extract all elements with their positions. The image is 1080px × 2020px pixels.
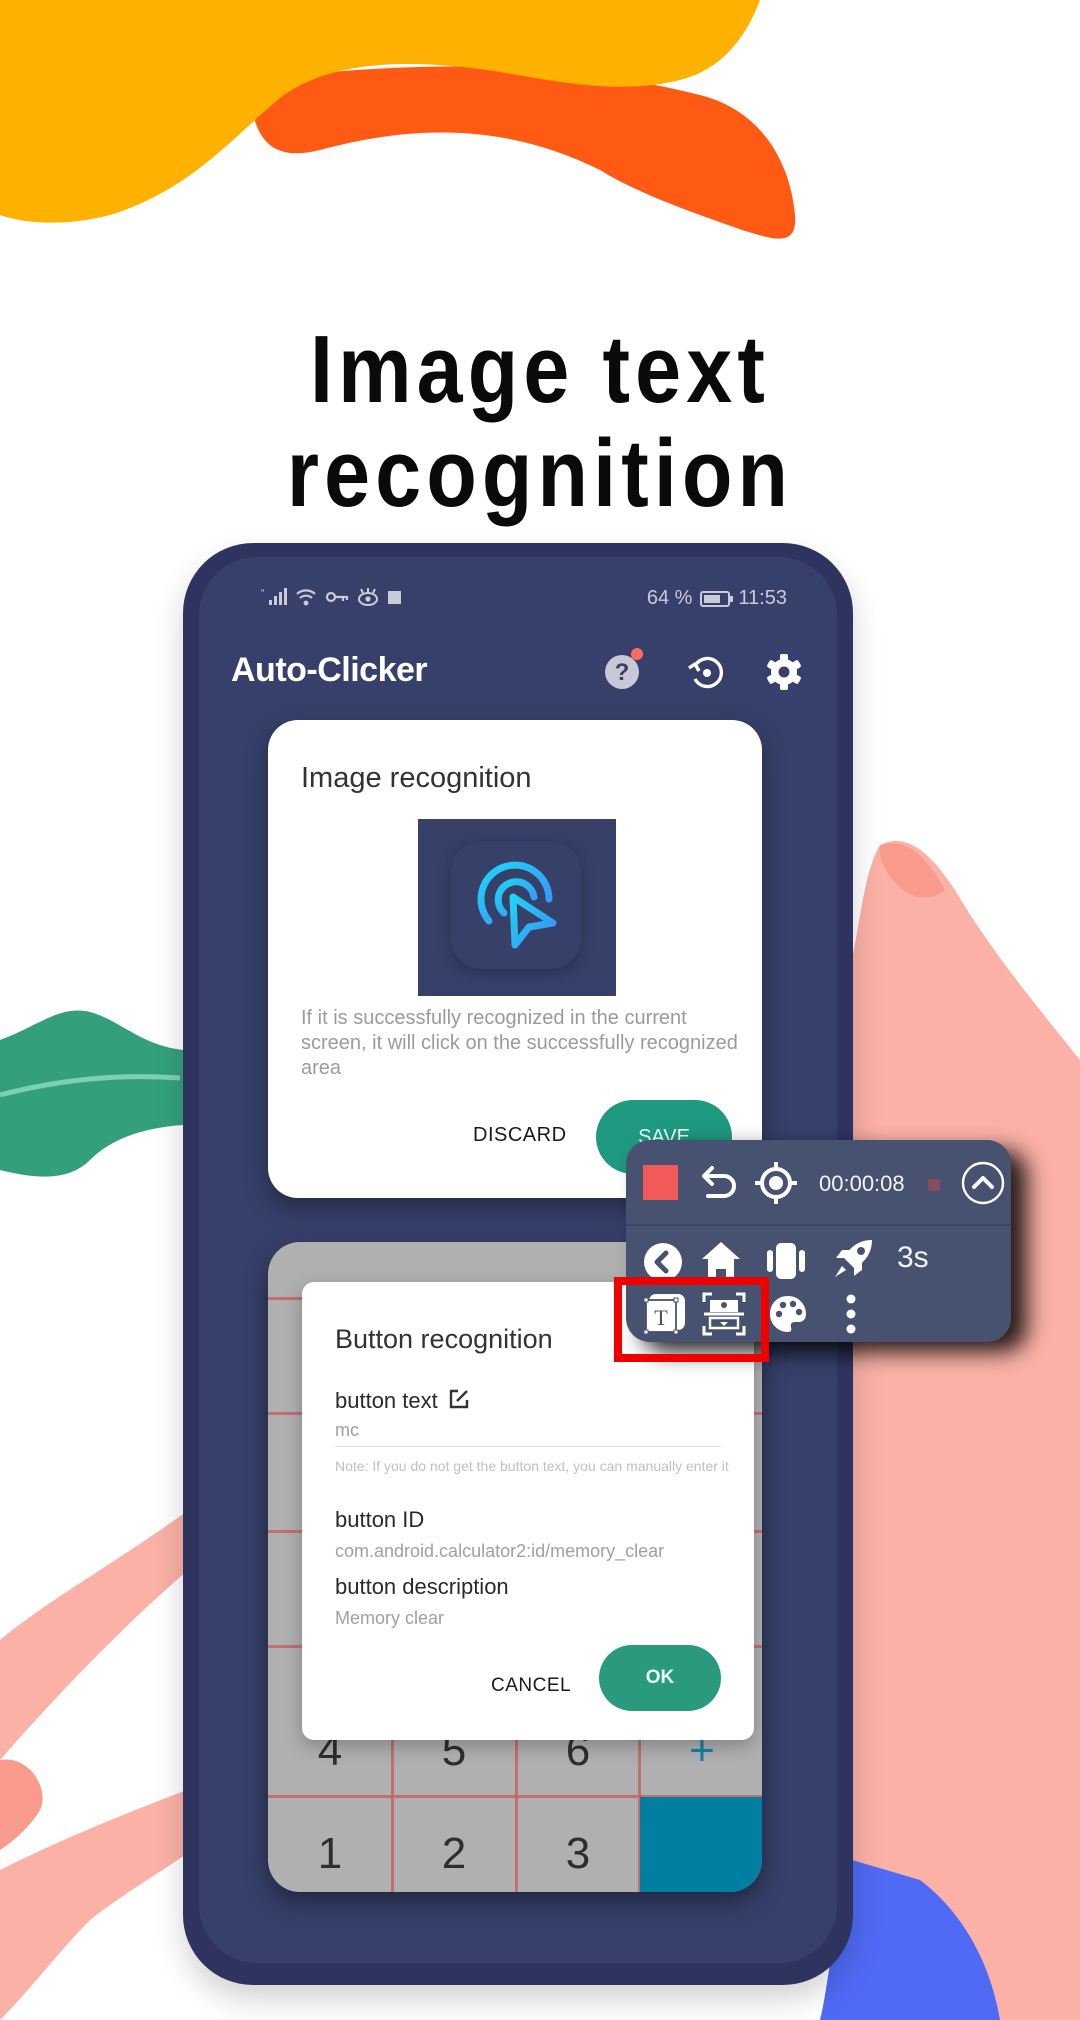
status-time: 11:53 bbox=[738, 587, 787, 609]
undo-icon[interactable] bbox=[696, 1162, 738, 1204]
history-icon[interactable] bbox=[686, 652, 726, 692]
app-title: Auto-Clicker bbox=[231, 651, 428, 689]
button-text-label-text: button text bbox=[335, 1388, 438, 1413]
record-dot bbox=[928, 1179, 940, 1191]
palette-icon[interactable] bbox=[768, 1294, 808, 1334]
timer: 00:00:08 bbox=[819, 1171, 905, 1196]
square-icon bbox=[388, 591, 401, 604]
ok-button[interactable]: OK bbox=[599, 1645, 721, 1711]
rocket-icon[interactable] bbox=[832, 1238, 874, 1280]
cancel-button[interactable]: CANCEL bbox=[491, 1675, 571, 1697]
status-bar: “ 64 % 11:53 bbox=[261, 587, 787, 617]
calc-key-2: 2 bbox=[441, 1829, 467, 1878]
calc-key-3: 3 bbox=[565, 1829, 591, 1878]
back-icon[interactable] bbox=[643, 1242, 683, 1282]
battery-icon bbox=[700, 590, 734, 607]
leaf bbox=[0, 1010, 183, 1177]
wifi-icon bbox=[296, 589, 316, 606]
left-thumb-nail bbox=[0, 1759, 43, 1850]
battery-percent: 64 % bbox=[646, 587, 693, 609]
notification-dot bbox=[631, 648, 643, 660]
highlight-box bbox=[614, 1277, 769, 1362]
leaf-vein bbox=[0, 1074, 181, 1098]
orange-blob bbox=[250, 66, 796, 239]
target-icon[interactable] bbox=[753, 1160, 799, 1206]
speed-label[interactable]: 3s bbox=[897, 1241, 929, 1275]
yellow-blob bbox=[0, 0, 760, 223]
button-description-label: button description bbox=[335, 1574, 509, 1599]
image-recognition-card: Image recognition If it is successfully … bbox=[268, 720, 762, 1198]
field-underline bbox=[335, 1446, 721, 1447]
right-hand bbox=[852, 841, 1080, 2020]
right-hand-nail bbox=[879, 843, 945, 898]
calc-equals-key bbox=[640, 1797, 762, 1892]
stop-icon[interactable] bbox=[643, 1165, 678, 1200]
tap-cursor-icon bbox=[477, 861, 557, 949]
button-recognition-title: Button recognition bbox=[335, 1324, 553, 1354]
headline: Image text recognition bbox=[286, 316, 794, 527]
button-description-value: Memory clear bbox=[335, 1608, 445, 1628]
status-right: 64 % 11:53 bbox=[647, 587, 787, 610]
discard-button[interactable]: DISCARD bbox=[473, 1124, 567, 1147]
image-recognition-description: If it is successfully recognized in the … bbox=[301, 1007, 738, 1079]
vpn-key-icon bbox=[325, 591, 349, 603]
edit-icon[interactable] bbox=[448, 1388, 470, 1410]
image-recognition-title: Image recognition bbox=[301, 762, 532, 794]
signal-icon: “ bbox=[261, 588, 287, 605]
status-icons: “ bbox=[261, 587, 403, 607]
vibrate-icon[interactable] bbox=[766, 1241, 806, 1281]
eye-icon bbox=[358, 588, 378, 606]
recognition-image-preview bbox=[418, 819, 616, 996]
button-id-label: button ID bbox=[335, 1507, 425, 1532]
svg-text:“: “ bbox=[261, 588, 264, 599]
calc-key-1: 1 bbox=[317, 1829, 343, 1878]
svg-text:?: ? bbox=[615, 659, 630, 686]
home-icon[interactable] bbox=[700, 1239, 742, 1281]
more-vertical-icon[interactable] bbox=[844, 1294, 858, 1334]
app-logo-tile bbox=[451, 841, 581, 969]
button-text-value[interactable]: mc bbox=[335, 1420, 359, 1441]
button-id-value: com.android.calculator2:id/memory_clear bbox=[335, 1541, 665, 1561]
collapse-chevron-up-icon[interactable] bbox=[960, 1160, 1006, 1206]
button-text-label: button text bbox=[335, 1388, 470, 1414]
settings-gear-icon[interactable] bbox=[764, 652, 804, 692]
note-text: Note: If you do not get the button text,… bbox=[335, 1458, 729, 1474]
blue-blob bbox=[820, 1830, 1060, 2020]
